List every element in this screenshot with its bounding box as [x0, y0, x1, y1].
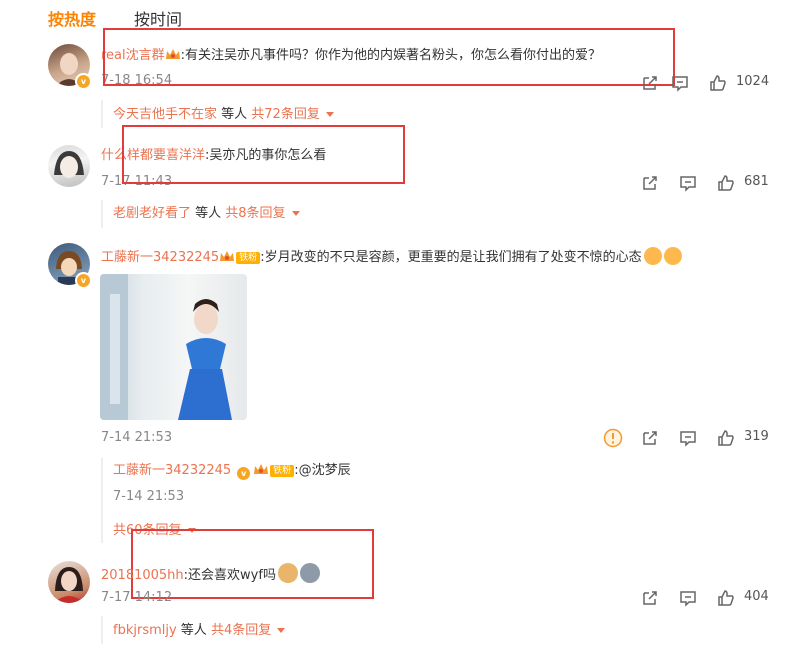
reply-count[interactable]: 共8条回复 [225, 206, 285, 221]
reply-summary[interactable]: 今天吉他手不在家 等人 共72条回复 [113, 106, 334, 124]
reply-username[interactable]: 工藤新一34232245 [113, 463, 231, 478]
verified-badge-icon: v [237, 467, 251, 480]
reply-divider [101, 458, 103, 543]
crown-badge-icon [220, 251, 235, 261]
reply-time: 7-14 21:53 [113, 489, 185, 504]
report-alert-icon[interactable] [603, 428, 623, 448]
comment-text: 工藤新一34232245 铁粉:岁月改变的不只是容颜，更重要的是让我们拥有了处变不… [101, 247, 682, 267]
share-icon[interactable] [640, 73, 660, 93]
heart-eyes-emoji-icon [663, 247, 682, 265]
verified-badge-icon: v [75, 272, 92, 289]
comment-icon[interactable] [670, 73, 690, 93]
tab-by-time[interactable]: 按时间 [134, 6, 182, 30]
comment-actions: 1024 [640, 73, 770, 93]
comment-username[interactable]: 20181005hh [101, 568, 184, 583]
husky-emoji-icon [299, 563, 320, 583]
reply-count[interactable]: 共4条回复 [211, 623, 271, 638]
like-count: 404 [744, 589, 769, 604]
comment-icon[interactable] [678, 428, 698, 448]
comment-icon[interactable] [678, 588, 698, 608]
reply-summary-user[interactable]: 老剧老好看了 [113, 206, 191, 221]
doge-emoji-icon [277, 563, 298, 583]
reply-summary-user[interactable]: 今天吉他手不在家 [113, 107, 217, 122]
share-icon[interactable] [640, 173, 660, 193]
share-icon[interactable] [640, 588, 660, 608]
like-count: 319 [744, 429, 769, 444]
comment-text: 20181005hh:还会喜欢wyf吗 [101, 563, 320, 585]
fan-badge: 铁粉 [236, 252, 261, 264]
comment-actions: 319 [603, 428, 773, 448]
chevron-down-icon [291, 211, 300, 216]
chevron-down-icon [277, 628, 286, 633]
avatar[interactable] [48, 561, 90, 603]
heart-eyes-emoji-icon [643, 247, 662, 265]
chevron-down-icon [325, 112, 334, 117]
like-icon[interactable] [708, 73, 728, 93]
comment-username[interactable]: 工藤新一34232245 [101, 250, 219, 265]
like-icon[interactable] [716, 428, 736, 448]
avatar[interactable] [48, 145, 90, 187]
like-count: 681 [744, 174, 769, 189]
highlight-box [122, 125, 405, 184]
reply-divider [101, 200, 103, 228]
share-icon[interactable] [640, 428, 660, 448]
comment-time: 7-17 14:12 [101, 590, 173, 605]
verified-badge-icon: v [75, 73, 92, 90]
like-count: 1024 [736, 74, 770, 89]
reply-summary[interactable]: 老剧老好看了 等人 共8条回复 [113, 205, 300, 223]
comment-time: 7-14 21:53 [101, 430, 173, 445]
reply-text: 工藤新一34232245 v 铁粉:@沈梦辰 [113, 463, 351, 480]
fan-badge: 铁粉 [270, 465, 295, 477]
comment-actions: 681 [640, 173, 770, 193]
like-icon[interactable] [716, 173, 736, 193]
crown-badge-icon [254, 464, 269, 474]
comment-icon[interactable] [678, 173, 698, 193]
comment-photo[interactable] [100, 274, 247, 420]
reply-divider [101, 100, 103, 128]
reply-count[interactable]: 共72条回复 [251, 107, 320, 122]
reply-summary-user[interactable]: fbkjrsmljy [113, 623, 177, 638]
like-icon[interactable] [716, 588, 736, 608]
comment-actions: 404 [640, 588, 770, 608]
reply-summary[interactable]: fbkjrsmljy 等人 共4条回复 [113, 622, 286, 640]
reply-divider [101, 616, 103, 644]
highlight-box [103, 28, 675, 86]
tab-by-hot[interactable]: 按热度 [48, 6, 96, 30]
